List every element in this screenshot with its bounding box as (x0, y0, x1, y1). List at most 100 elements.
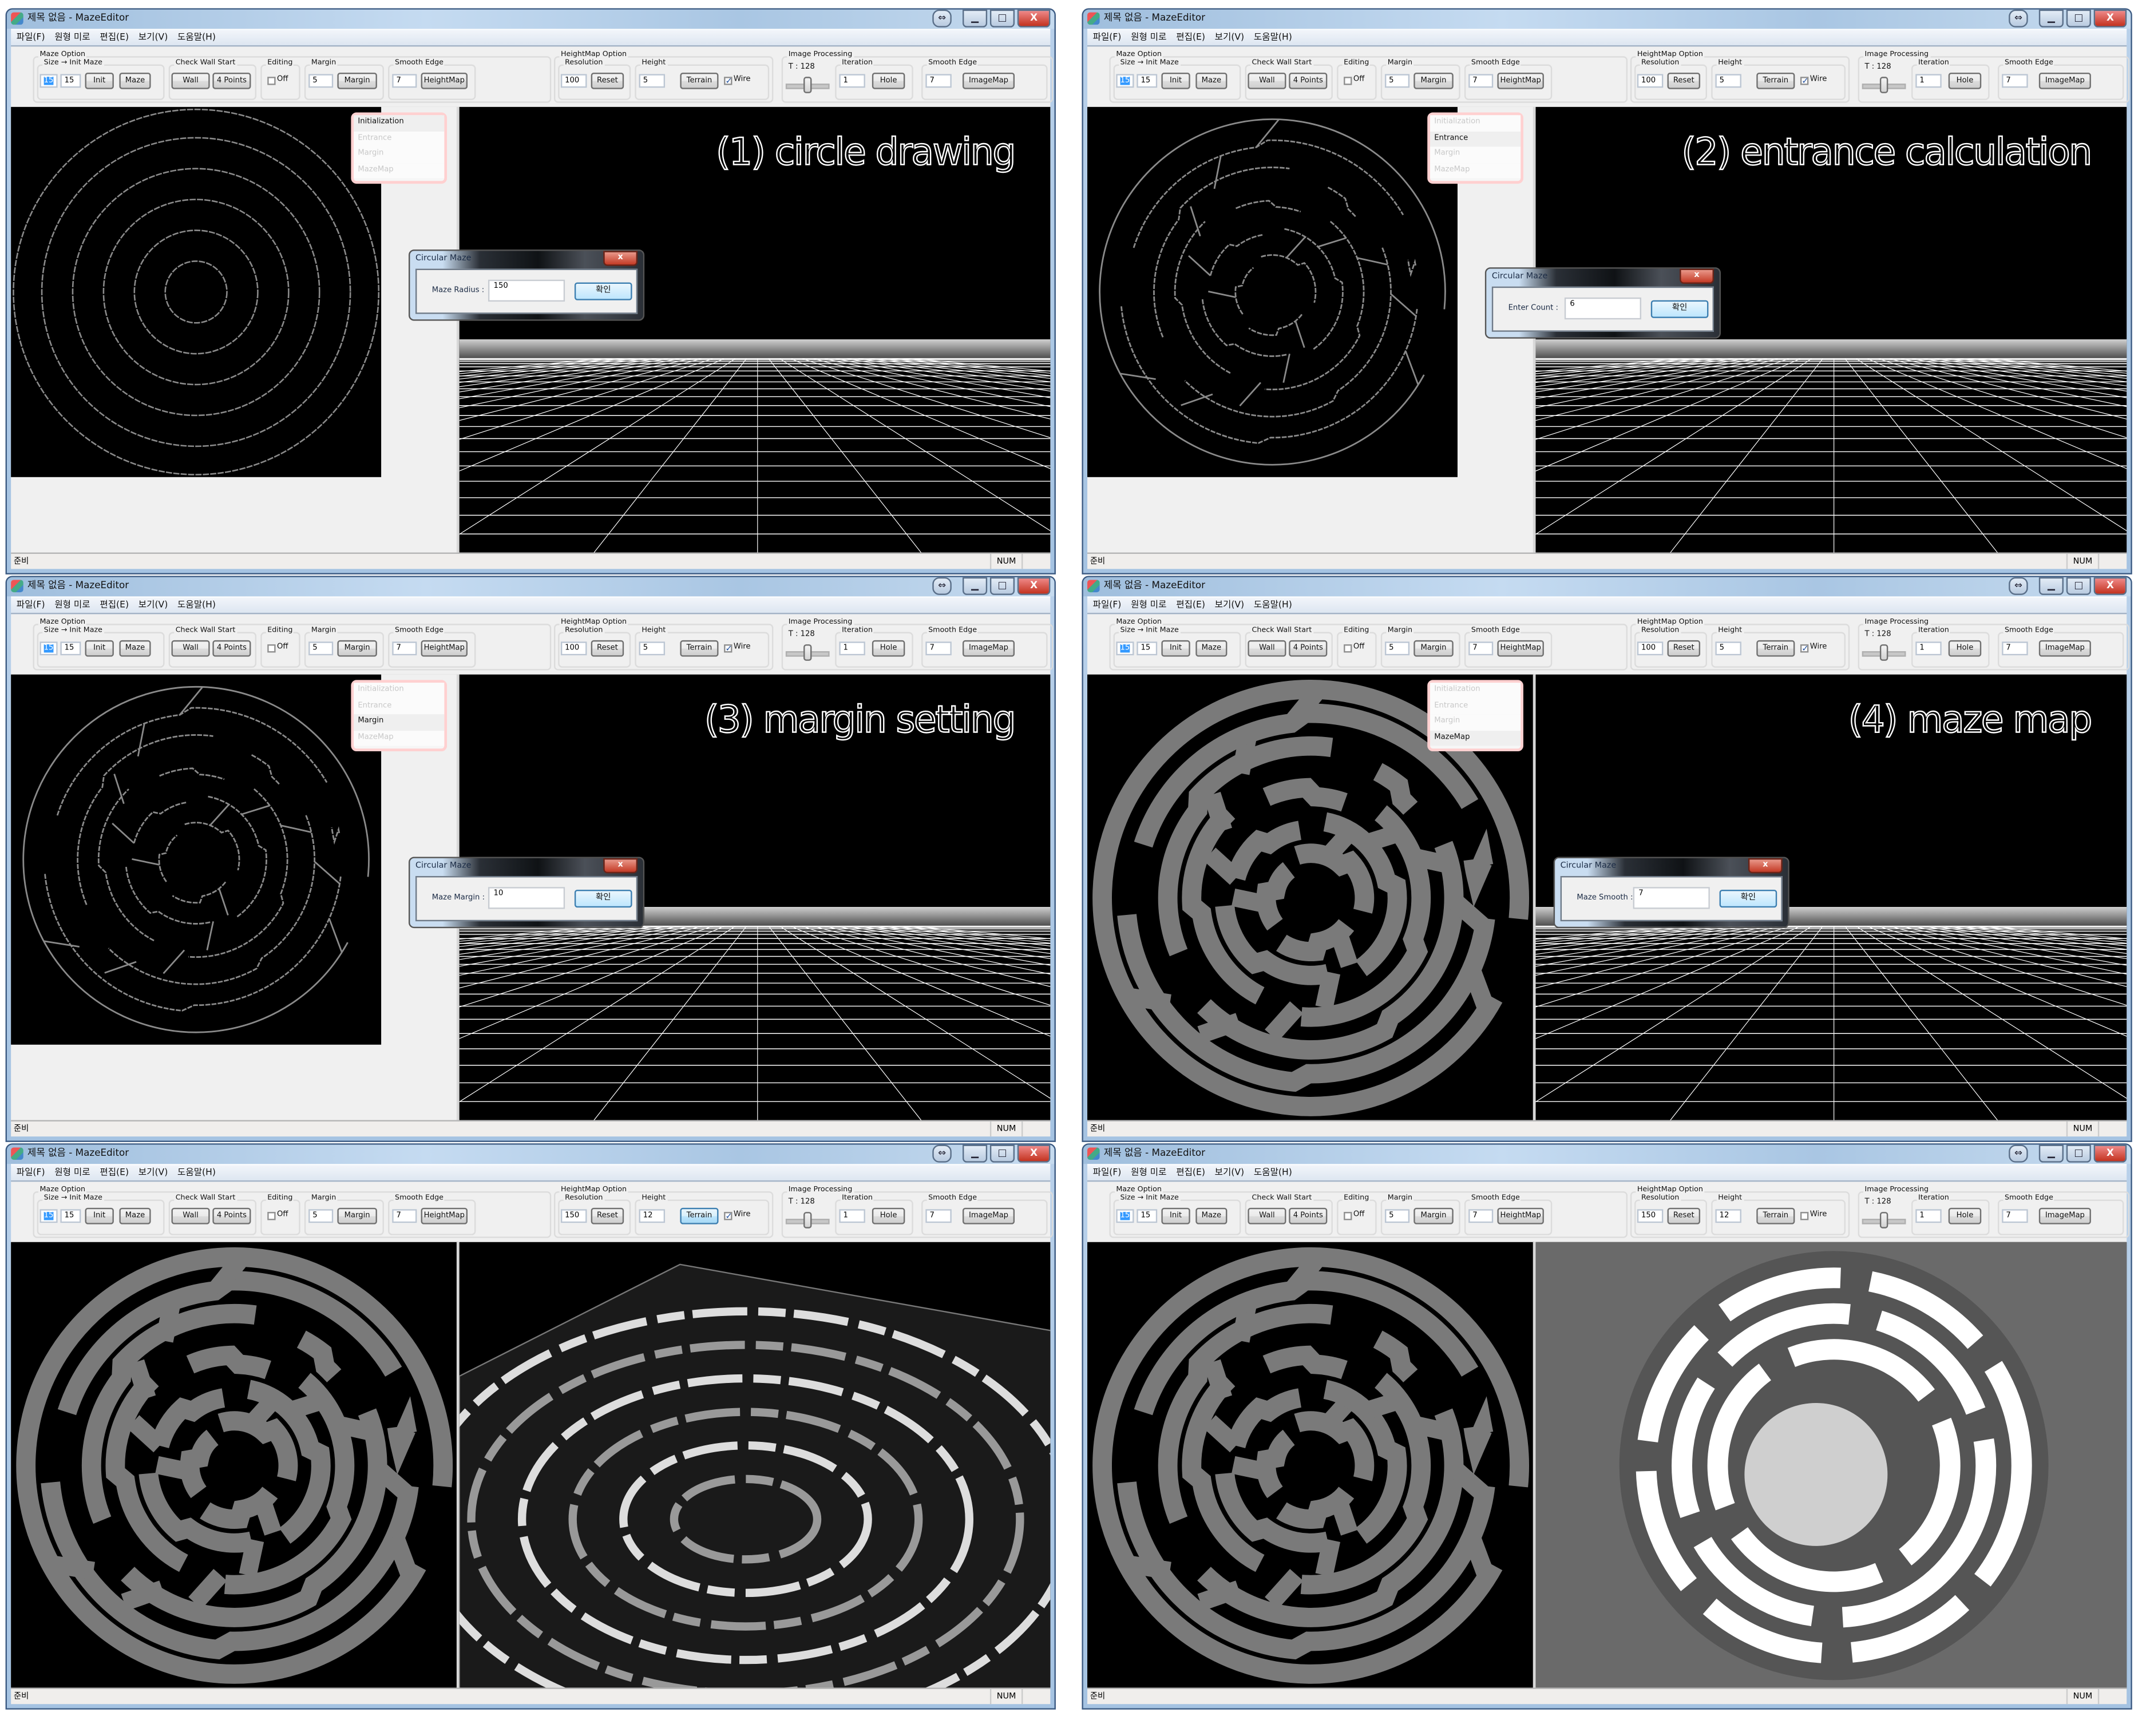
menu-circular-maze[interactable]: 원형 미로 (54, 1166, 90, 1180)
menu-view[interactable]: 보기(V) (1215, 30, 1244, 45)
reset-button[interactable]: Reset (591, 72, 624, 89)
menu-circular-maze[interactable]: 원형 미로 (54, 598, 90, 613)
imagemap-button[interactable]: ImageMap (2038, 72, 2091, 89)
init-button[interactable]: Init (1161, 72, 1190, 89)
title-bar[interactable]: 제목 없음 - MazeEditor ⇔ ▁ □ X (6, 9, 1055, 29)
terrain-3d-view[interactable] (1535, 1242, 2127, 1689)
height-field[interactable]: 5 (1715, 641, 1741, 656)
maximize-button[interactable]: □ (989, 577, 1015, 595)
init-button[interactable]: Init (1161, 640, 1190, 657)
wire-checkbox[interactable]: ✓ (724, 77, 732, 86)
restore-icon[interactable]: ⇔ (2009, 577, 2028, 595)
restore-icon[interactable]: ⇔ (2009, 1144, 2028, 1163)
maze-2d-canvas[interactable] (11, 1242, 458, 1689)
smooth-edge-field[interactable]: 7 (392, 74, 417, 88)
terrain-button[interactable]: Terrain (680, 72, 719, 89)
init-button[interactable]: Init (85, 1207, 114, 1224)
step-item-entrance[interactable]: Entrance (1430, 698, 1521, 715)
editing-checkbox[interactable] (267, 77, 276, 85)
iteration-field[interactable]: 1 (839, 1209, 865, 1223)
iteration-field[interactable]: 1 (1915, 1209, 1942, 1223)
menu-view[interactable]: 보기(V) (138, 30, 168, 45)
step-item-mazemap[interactable]: MazeMap (354, 730, 445, 747)
hole-button[interactable]: Hole (872, 640, 905, 657)
menu-help[interactable]: 도움말(H) (177, 1166, 216, 1180)
iteration-field[interactable]: 1 (1915, 74, 1942, 88)
ip-smooth-edge-field[interactable]: 7 (925, 641, 952, 656)
size-field-1[interactable]: 15 (39, 1209, 58, 1223)
maze-button[interactable]: Maze (1195, 72, 1228, 89)
minimize-button[interactable]: ▁ (2038, 9, 2064, 27)
restore-icon[interactable]: ⇔ (932, 9, 952, 27)
ip-smooth-edge-field[interactable]: 7 (2002, 1209, 2028, 1223)
ip-smooth-edge-field[interactable]: 7 (925, 74, 952, 88)
ip-smooth-edge-field[interactable]: 7 (2002, 641, 2028, 656)
dialog-ok-button[interactable]: 확인 (1719, 890, 1777, 908)
dialog-close-button[interactable]: x (1748, 858, 1783, 874)
restore-icon[interactable]: ⇔ (932, 577, 952, 595)
reset-button[interactable]: Reset (591, 640, 624, 657)
wire-checkbox[interactable]: ✓ (1800, 644, 1808, 653)
smooth-edge-field[interactable]: 7 (1468, 74, 1494, 88)
maze-2d-canvas[interactable] (1087, 106, 1458, 477)
threshold-slider-thumb[interactable] (1879, 77, 1888, 93)
close-button[interactable]: X (1017, 9, 1051, 27)
dialog-input[interactable]: 7 (1633, 887, 1710, 909)
dialog-input[interactable]: 10 (488, 887, 565, 909)
menu-edit[interactable]: 편집(E) (1176, 1166, 1205, 1180)
size-field-1[interactable]: 15 (1116, 641, 1134, 656)
size-field-2[interactable]: 15 (1137, 74, 1158, 88)
imagemap-button[interactable]: ImageMap (2038, 640, 2091, 657)
init-button[interactable]: Init (85, 72, 114, 89)
terrain-button[interactable]: Terrain (680, 640, 719, 657)
editing-checkbox[interactable] (267, 1212, 276, 1220)
title-bar[interactable]: 제목 없음 - MazeEditor ⇔ ▁ □ X (1083, 1144, 2131, 1164)
dialog-input[interactable]: 6 (1564, 297, 1642, 320)
menu-help[interactable]: 도움말(H) (177, 598, 216, 613)
step-item-initialization[interactable]: Initialization (1430, 115, 1521, 132)
resolution-field[interactable]: 100 (1637, 74, 1664, 88)
smooth-edge-field[interactable]: 7 (1468, 1209, 1494, 1223)
heightmap-button[interactable]: HeightMap (1497, 640, 1544, 657)
margin-button[interactable]: Margin (1413, 72, 1454, 89)
size-field-2[interactable]: 15 (1137, 641, 1158, 656)
menu-edit[interactable]: 편집(E) (100, 30, 129, 45)
ip-smooth-edge-field[interactable]: 7 (925, 1209, 952, 1223)
maze-button[interactable]: Maze (1195, 1207, 1228, 1224)
size-field-2[interactable]: 15 (60, 641, 81, 656)
four-points-button[interactable]: 4 Points (212, 72, 251, 89)
ip-smooth-edge-field[interactable]: 7 (2002, 74, 2028, 88)
iteration-field[interactable]: 1 (1915, 641, 1942, 656)
init-button[interactable]: Init (1161, 1207, 1190, 1224)
step-item-mazemap[interactable]: MazeMap (1430, 730, 1521, 747)
menu-help[interactable]: 도움말(H) (177, 30, 216, 45)
maze-button[interactable]: Maze (119, 640, 151, 657)
threshold-slider-thumb[interactable] (803, 77, 812, 93)
menu-file[interactable]: 파일(F) (1093, 1166, 1122, 1180)
menu-help[interactable]: 도움말(H) (1254, 598, 1292, 613)
editing-checkbox[interactable] (1344, 77, 1352, 85)
maze-button[interactable]: Maze (119, 72, 151, 89)
menu-help[interactable]: 도움말(H) (1254, 1166, 1292, 1180)
size-field-2[interactable]: 15 (1137, 1209, 1158, 1223)
maze-button[interactable]: Maze (119, 1207, 151, 1224)
margin-button[interactable]: Margin (1413, 1207, 1454, 1224)
editing-checkbox[interactable] (267, 644, 276, 653)
wall-button[interactable]: Wall (171, 1207, 210, 1224)
step-item-initialization[interactable]: Initialization (354, 115, 445, 132)
four-points-button[interactable]: 4 Points (1289, 1207, 1328, 1224)
init-button[interactable]: Init (85, 640, 114, 657)
height-field[interactable]: 12 (639, 1209, 666, 1223)
close-button[interactable]: X (2093, 9, 2127, 27)
restore-icon[interactable]: ⇔ (2009, 9, 2028, 27)
maze-button[interactable]: Maze (1195, 640, 1228, 657)
margin-field[interactable]: 5 (1384, 641, 1410, 656)
reset-button[interactable]: Reset (1667, 72, 1701, 89)
hole-button[interactable]: Hole (872, 1207, 905, 1224)
smooth-edge-field[interactable]: 7 (392, 641, 417, 656)
menu-file[interactable]: 파일(F) (17, 30, 45, 45)
imagemap-button[interactable]: ImageMap (962, 72, 1015, 89)
step-item-entrance[interactable]: Entrance (1430, 131, 1521, 147)
maximize-button[interactable]: □ (2066, 9, 2091, 27)
height-field[interactable]: 5 (639, 641, 666, 656)
